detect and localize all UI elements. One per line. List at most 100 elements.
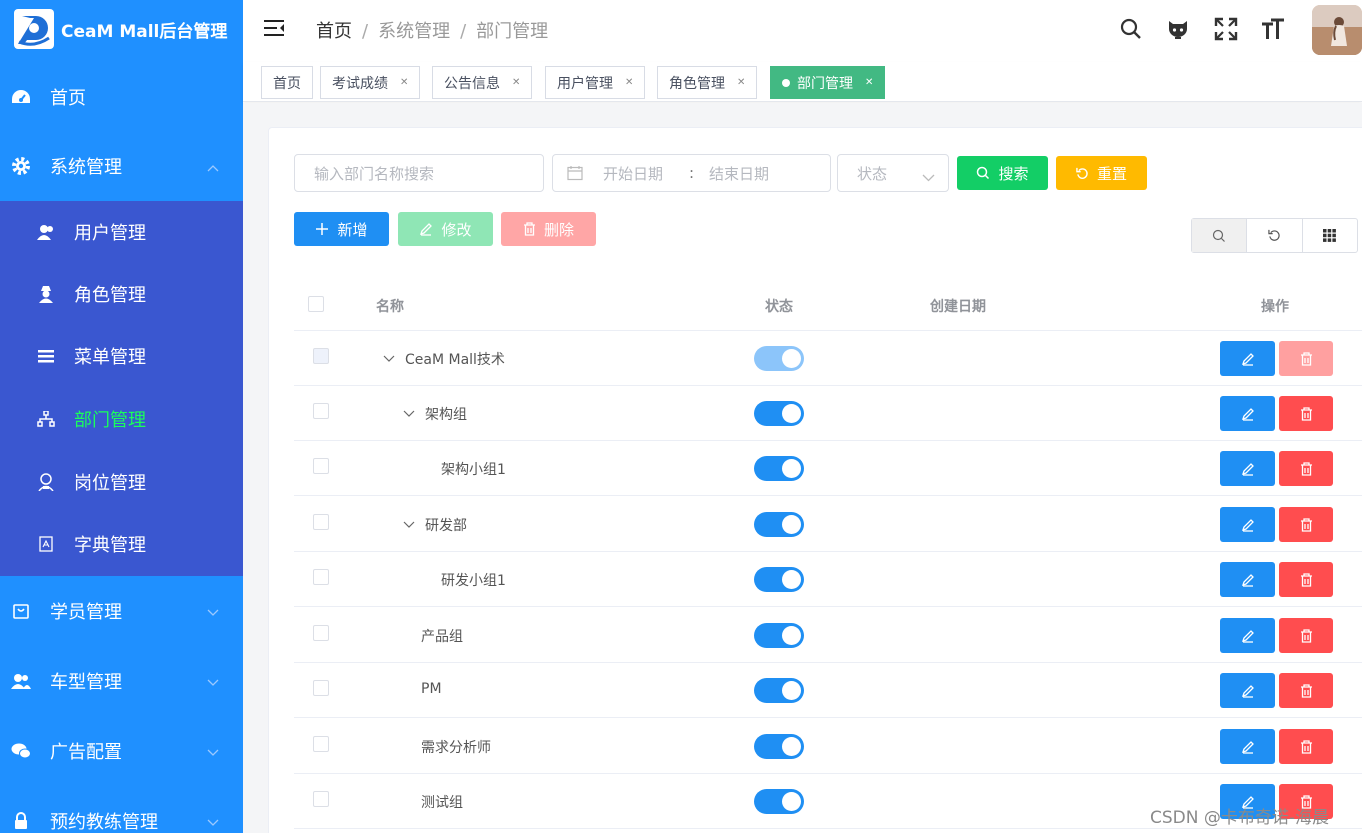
row-edit-button[interactable] xyxy=(1220,729,1275,764)
row-checkbox[interactable] xyxy=(313,514,329,530)
table-row[interactable]: CeaM Mall技术 xyxy=(294,331,1362,386)
row-delete-button[interactable] xyxy=(1279,396,1333,431)
row-delete-button[interactable] xyxy=(1279,618,1333,653)
delete-button[interactable]: 删除 xyxy=(501,212,596,246)
table-row[interactable]: 需求分析师 xyxy=(294,719,1362,774)
table-row[interactable]: 产品组 xyxy=(294,608,1362,663)
breadcrumb-item[interactable]: 首页 xyxy=(316,21,352,42)
sidebar-item-dictionary[interactable]: 字典管理 xyxy=(0,513,243,575)
row-edit-button[interactable] xyxy=(1220,562,1275,597)
tree-icon xyxy=(36,409,56,429)
dept-name-search-input[interactable]: 输入部门名称搜索 xyxy=(294,154,544,192)
row-delete-button[interactable] xyxy=(1279,673,1333,708)
close-icon[interactable]: ✕ xyxy=(512,77,520,88)
hamburger-icon[interactable] xyxy=(264,18,286,42)
calendar-icon xyxy=(567,165,583,185)
row-edit-button[interactable] xyxy=(1220,451,1275,486)
table-row[interactable]: 研发小组1 xyxy=(294,552,1362,607)
reset-button[interactable]: 重置 xyxy=(1056,156,1147,190)
tab-home[interactable]: 首页 xyxy=(261,66,313,99)
chevron-down-icon[interactable] xyxy=(403,406,415,422)
row-checkbox[interactable] xyxy=(313,403,329,419)
range-separator: : xyxy=(689,164,695,182)
sidebar-item-system[interactable]: 系统管理 xyxy=(0,137,243,195)
row-checkbox[interactable] xyxy=(313,569,329,585)
table-row[interactable]: 架构小组1 xyxy=(294,441,1362,496)
tab-announcements[interactable]: 公告信息 ✕ xyxy=(432,66,533,99)
toggle-search-button[interactable] xyxy=(1192,219,1248,252)
status-switch[interactable] xyxy=(754,567,804,592)
row-edit-button[interactable] xyxy=(1220,673,1275,708)
status-switch[interactable] xyxy=(754,456,804,481)
button-label: 新增 xyxy=(337,220,368,239)
status-switch[interactable] xyxy=(754,789,804,814)
row-delete-button[interactable] xyxy=(1279,451,1333,486)
row-checkbox[interactable] xyxy=(313,625,329,641)
github-icon[interactable] xyxy=(1166,17,1190,41)
close-icon[interactable]: ✕ xyxy=(737,77,745,88)
row-delete-button[interactable] xyxy=(1279,341,1333,376)
status-switch[interactable] xyxy=(754,734,804,759)
row-delete-button[interactable] xyxy=(1279,562,1333,597)
badge-icon xyxy=(36,472,56,492)
row-checkbox[interactable] xyxy=(313,348,329,364)
table-row[interactable]: 研发部 xyxy=(294,497,1362,552)
sidebar-item-label: 角色管理 xyxy=(74,285,146,306)
status-switch[interactable] xyxy=(754,678,804,703)
tab-departments[interactable]: 部门管理 ✕ xyxy=(770,66,886,99)
add-button[interactable]: 新增 xyxy=(294,212,389,246)
sidebar-item-car-models[interactable]: 车型管理 xyxy=(0,652,243,710)
sidebar-item-students[interactable]: 学员管理 xyxy=(0,582,243,640)
table-row[interactable]: 架构组 xyxy=(294,386,1362,441)
select-all-checkbox[interactable] xyxy=(308,296,324,312)
sidebar-item-positions[interactable]: 岗位管理 xyxy=(0,451,243,513)
search-icon[interactable] xyxy=(1119,17,1143,41)
table-row[interactable]: PM xyxy=(294,663,1362,718)
tab-exam-scores[interactable]: 考试成绩 ✕ xyxy=(320,66,421,99)
sidebar-item-ads[interactable]: 广告配置 xyxy=(0,722,243,780)
brand[interactable]: CeaM Mall后台管理 xyxy=(0,0,243,58)
chevron-down-icon[interactable] xyxy=(403,517,415,533)
row-name: 研发小组1 xyxy=(441,573,506,589)
sidebar-item-roles[interactable]: 角色管理 xyxy=(0,263,243,325)
chevron-down-icon[interactable] xyxy=(383,351,395,367)
row-edit-button[interactable] xyxy=(1220,341,1275,376)
search-button[interactable]: 搜索 xyxy=(957,156,1048,190)
row-delete-button[interactable] xyxy=(1279,729,1333,764)
status-switch[interactable] xyxy=(754,512,804,537)
date-range-picker[interactable]: 开始日期 : 结束日期 xyxy=(552,154,831,192)
status-switch[interactable] xyxy=(754,623,804,648)
tab-label: 公告信息 xyxy=(444,75,500,92)
row-checkbox[interactable] xyxy=(313,791,329,807)
avatar[interactable] xyxy=(1312,5,1362,55)
row-edit-button[interactable] xyxy=(1220,618,1275,653)
close-icon[interactable]: ✕ xyxy=(400,77,408,88)
status-switch[interactable] xyxy=(754,346,804,371)
row-delete-button[interactable] xyxy=(1279,507,1333,542)
columns-button[interactable] xyxy=(1303,219,1357,252)
sidebar-item-home[interactable]: 首页 xyxy=(0,68,243,126)
sidebar-item-coach-booking[interactable]: 预约教练管理 xyxy=(0,792,243,833)
placeholder-text: 状态 xyxy=(857,164,888,183)
close-icon[interactable]: ✕ xyxy=(625,77,633,88)
sidebar-item-users[interactable]: 用户管理 xyxy=(0,201,243,263)
row-checkbox[interactable] xyxy=(313,680,329,696)
fullscreen-icon[interactable] xyxy=(1214,17,1238,41)
refresh-button[interactable] xyxy=(1247,219,1303,252)
status-select[interactable]: 状态 xyxy=(837,154,949,192)
row-edit-button[interactable] xyxy=(1220,396,1275,431)
edit-button[interactable]: 修改 xyxy=(398,212,493,246)
breadcrumb-item: 部门管理 xyxy=(476,21,549,42)
font-size-icon[interactable] xyxy=(1261,17,1285,41)
row-checkbox[interactable] xyxy=(313,736,329,752)
status-switch[interactable] xyxy=(754,401,804,426)
button-label: 修改 xyxy=(441,220,472,239)
tab-roles[interactable]: 角色管理 ✕ xyxy=(657,66,758,99)
sidebar-item-departments[interactable]: 部门管理 xyxy=(0,388,243,450)
row-edit-button[interactable] xyxy=(1220,507,1275,542)
sidebar-item-menus[interactable]: 菜单管理 xyxy=(0,325,243,387)
tab-users[interactable]: 用户管理 ✕ xyxy=(545,66,646,99)
sidebar-item-label: 学员管理 xyxy=(50,602,122,623)
row-checkbox[interactable] xyxy=(313,458,329,474)
close-icon[interactable]: ✕ xyxy=(865,77,873,88)
